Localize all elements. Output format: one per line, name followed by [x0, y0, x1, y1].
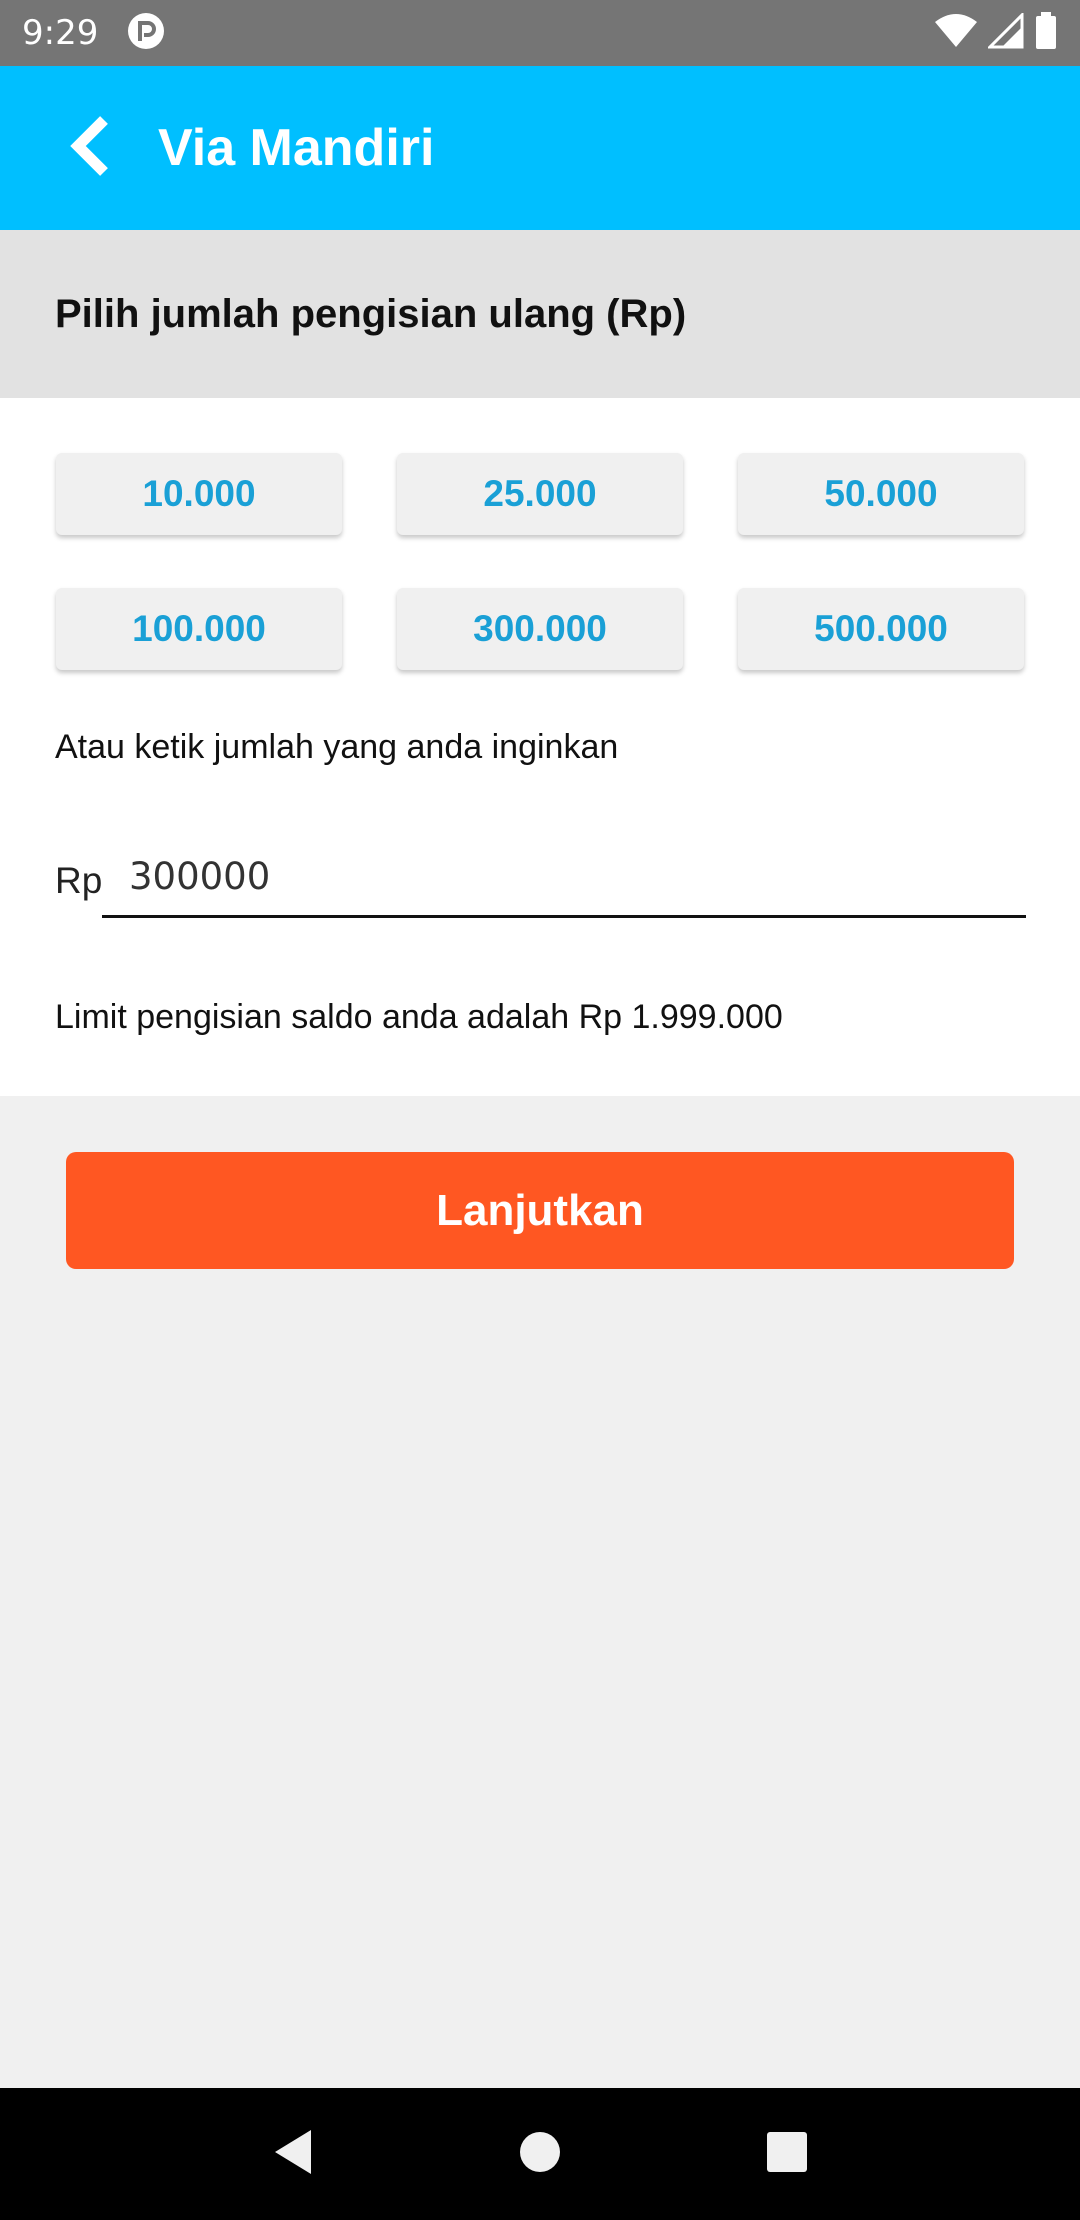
currency-label: Rp — [55, 860, 103, 901]
page-title: Via Mandiri — [158, 119, 435, 177]
app-bar: Via Mandiri — [0, 66, 1080, 230]
amount-option-100000[interactable]: 100.000 — [56, 588, 342, 670]
back-button[interactable] — [40, 98, 140, 198]
recents-square-icon — [766, 2131, 808, 2178]
amount-option-25000[interactable]: 25.000 — [397, 453, 683, 535]
nav-recents-button[interactable] — [737, 2104, 837, 2204]
nav-back-button[interactable] — [243, 2104, 343, 2204]
amount-option-50000[interactable]: 50.000 — [738, 453, 1024, 535]
amount-option-10000[interactable]: 10.000 — [56, 453, 342, 535]
limit-text: Limit pengisian saldo anda adalah Rp 1.9… — [55, 998, 783, 1036]
pocket-app-icon — [126, 11, 166, 56]
continue-button[interactable]: Lanjutkan — [66, 1152, 1014, 1269]
battery-icon — [1034, 11, 1058, 55]
status-bar: 9:29 — [0, 0, 1080, 66]
amount-input[interactable] — [102, 838, 1026, 918]
wifi-icon — [934, 13, 978, 54]
section-title: Pilih jumlah pengisian ulang (Rp) — [55, 291, 687, 336]
system-nav-bar — [0, 2088, 1080, 2220]
chevron-left-icon — [66, 114, 114, 183]
home-circle-icon — [518, 2130, 562, 2179]
section-header: Pilih jumlah pengisian ulang (Rp) — [0, 230, 1080, 398]
amount-card: 10.000 25.000 50.000 100.000 300.000 500… — [0, 398, 1080, 1096]
amount-option-300000[interactable]: 300.000 — [397, 588, 683, 670]
amount-option-500000[interactable]: 500.000 — [738, 588, 1024, 670]
signal-icon — [986, 10, 1024, 54]
status-time: 9:29 — [22, 13, 99, 53]
nav-home-button[interactable] — [490, 2104, 590, 2204]
custom-amount-hint: Atau ketik jumlah yang anda inginkan — [55, 728, 619, 766]
back-triangle-icon — [271, 2128, 315, 2181]
